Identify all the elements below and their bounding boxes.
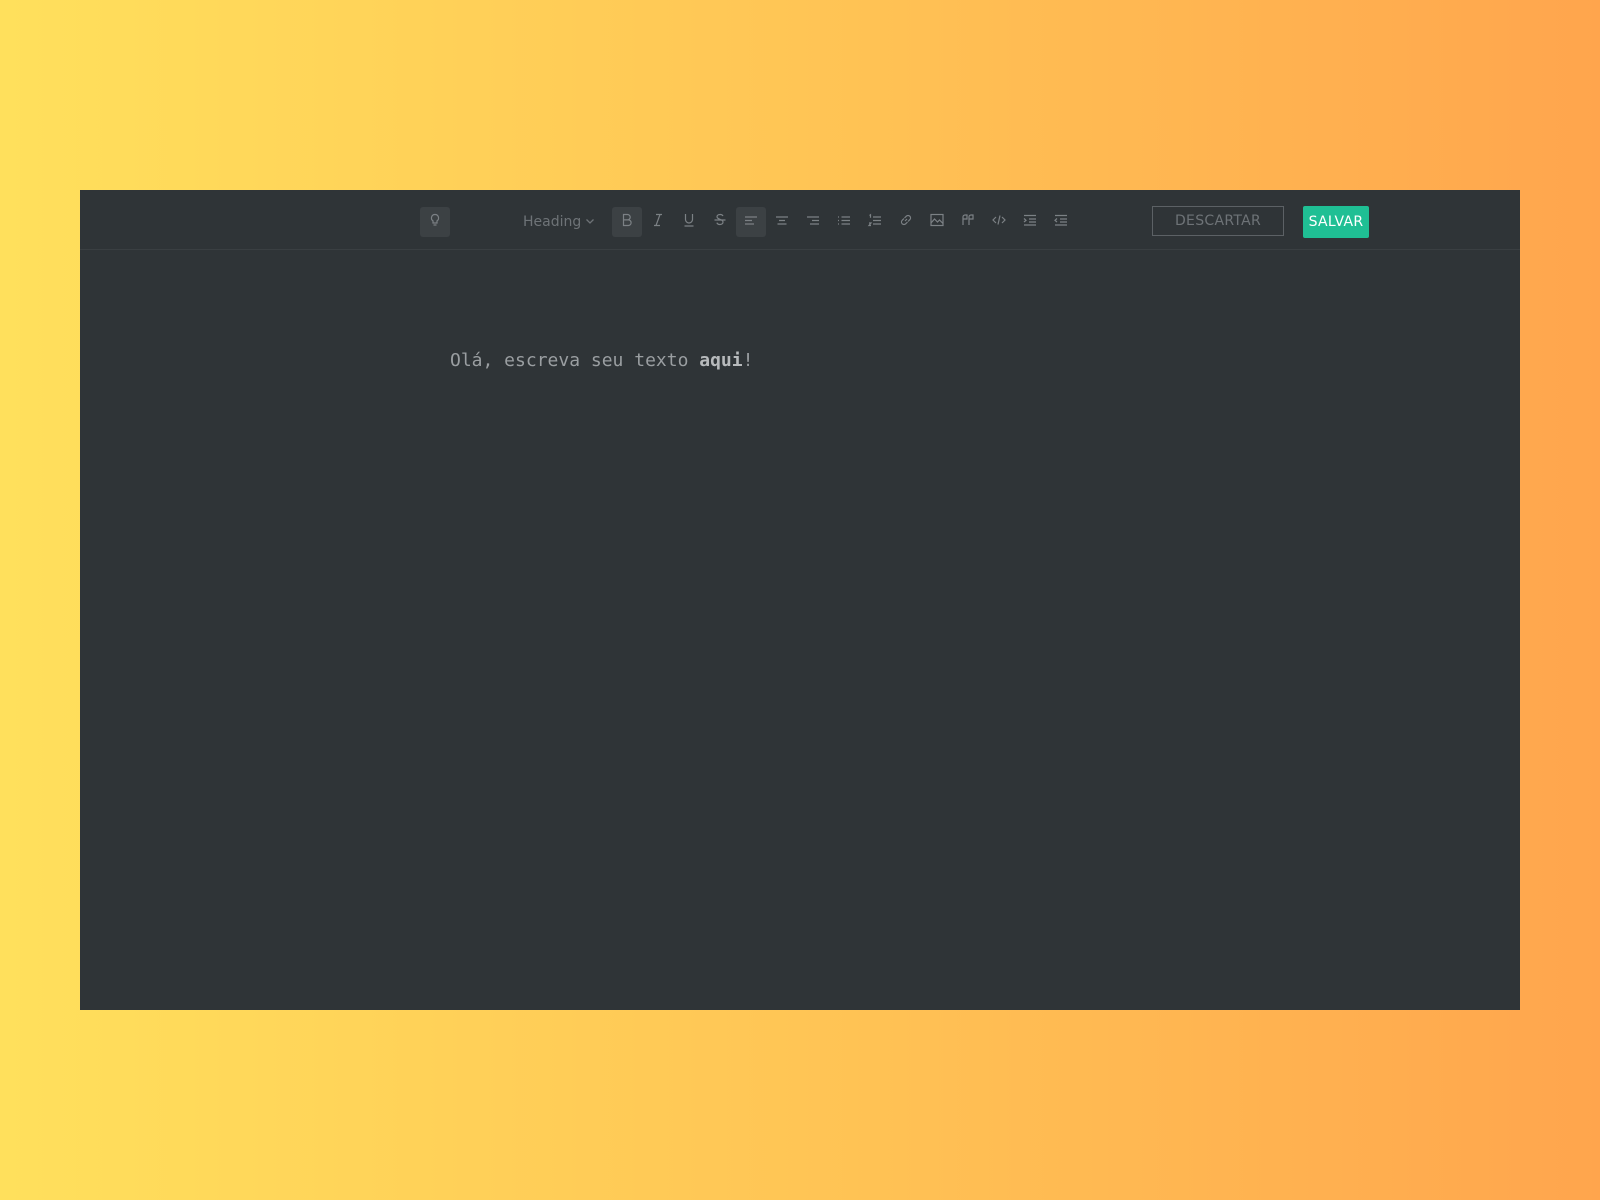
editor-text-bold: aqui — [699, 350, 743, 371]
editor-content[interactable]: Olá, escreva seu texto aqui! — [450, 350, 1250, 371]
bullet-list-icon — [836, 212, 852, 233]
code-button[interactable] — [984, 207, 1014, 237]
numbered-list-button[interactable] — [860, 207, 890, 237]
align-left-button[interactable] — [736, 207, 766, 237]
strikethrough-icon — [712, 212, 728, 233]
quote-icon — [960, 212, 976, 233]
align-center-button[interactable] — [767, 207, 797, 237]
discard-button[interactable]: DESCARTAR — [1152, 206, 1284, 236]
quote-button[interactable] — [953, 207, 983, 237]
numbered-list-icon — [867, 212, 883, 233]
link-button[interactable] — [891, 207, 921, 237]
align-center-icon — [774, 212, 790, 233]
image-icon — [929, 212, 945, 233]
bold-icon — [619, 212, 635, 233]
align-right-button[interactable] — [798, 207, 828, 237]
image-button[interactable] — [922, 207, 952, 237]
strikethrough-button[interactable] — [705, 207, 735, 237]
lightbulb-icon — [427, 212, 443, 233]
align-left-icon — [743, 212, 759, 233]
bold-button[interactable] — [612, 207, 642, 237]
heading-dropdown-label: Heading — [523, 214, 582, 230]
indent-icon — [1022, 212, 1038, 233]
indent-button[interactable] — [1015, 207, 1045, 237]
bullet-list-button[interactable] — [829, 207, 859, 237]
toolbar: Heading DESCARTAR SALVAR — [80, 190, 1520, 250]
save-button[interactable]: SALVAR — [1303, 206, 1369, 238]
editor-text-end: ! — [742, 350, 754, 371]
chevron-down-icon — [585, 214, 595, 230]
underline-button[interactable] — [674, 207, 704, 237]
outdent-icon — [1053, 212, 1069, 233]
outdent-button[interactable] — [1046, 207, 1076, 237]
link-icon — [898, 212, 914, 233]
theme-toggle-button[interactable] — [420, 207, 450, 237]
editor-window: Heading DESCARTAR SALVAR Olá, escreva se… — [80, 190, 1520, 1010]
italic-icon — [650, 212, 666, 233]
code-icon — [991, 212, 1007, 233]
align-right-icon — [805, 212, 821, 233]
heading-dropdown[interactable]: Heading — [523, 207, 595, 237]
editor-text: Olá, escreva seu texto — [450, 350, 700, 371]
underline-icon — [681, 212, 697, 233]
italic-button[interactable] — [643, 207, 673, 237]
